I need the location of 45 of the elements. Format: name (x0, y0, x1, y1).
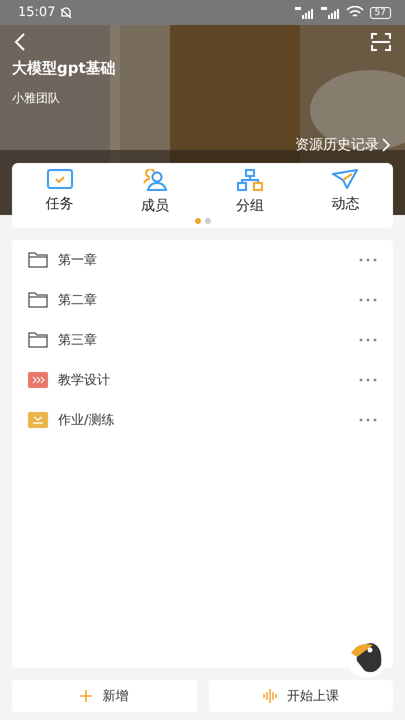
hierarchy-icon (237, 169, 264, 191)
status-time: 15:07 (18, 5, 56, 20)
resource-item[interactable]: 教学设计 (12, 360, 393, 400)
course-title: 大模型gpt基础 (11, 58, 117, 78)
tab-button[interactable]: 成员 (107, 169, 202, 215)
scan-icon (371, 33, 391, 51)
resource-item[interactable]: 第二章 (12, 280, 393, 320)
chevrons-icon (28, 372, 48, 388)
more-icon (359, 378, 377, 382)
chevron-icon (382, 138, 391, 152)
scan-button[interactable] (369, 31, 393, 53)
download-tray-icon (28, 412, 48, 428)
checklist-icon (46, 169, 73, 189)
resource-name: 第二章 (58, 292, 98, 309)
history-link[interactable]: 资源历史记录 (295, 136, 391, 154)
resource-item[interactable]: 作业/测练 (12, 400, 393, 440)
more-icon (359, 418, 377, 422)
add-button[interactable]: 新增 (12, 680, 196, 712)
resource-name: 第三章 (58, 332, 98, 349)
resource-item[interactable]: 第三章 (12, 320, 393, 360)
tab-button[interactable]: 分组 (202, 169, 298, 215)
plus-icon (80, 690, 92, 702)
tab-button[interactable]: 动态 (298, 169, 393, 215)
resource-item[interactable]: 第一章 (12, 240, 393, 280)
more-icon (359, 298, 377, 302)
bell-muted-icon (59, 6, 74, 20)
back-icon (14, 33, 26, 51)
battery-indicator: 57 (370, 6, 391, 18)
tab-button[interactable]: 任务 (12, 169, 108, 215)
paper-plane-icon (332, 169, 358, 189)
start-class-button[interactable]: 开始上课 (208, 680, 393, 712)
signal-icon (320, 6, 342, 18)
wifi-icon (346, 6, 364, 19)
signal-icon (294, 6, 316, 18)
team-name: 小雅团队 (11, 90, 61, 107)
sound-wave-icon (262, 689, 277, 703)
more-icon (359, 258, 377, 262)
folder-icon (28, 332, 48, 348)
people-icon (142, 169, 168, 191)
resource-name: 作业/测练 (58, 412, 116, 429)
folder-icon (28, 292, 48, 308)
resource-name: 第一章 (58, 252, 98, 269)
resource-name: 教学设计 (58, 372, 111, 389)
more-icon (359, 338, 377, 342)
folder-icon (28, 252, 48, 268)
